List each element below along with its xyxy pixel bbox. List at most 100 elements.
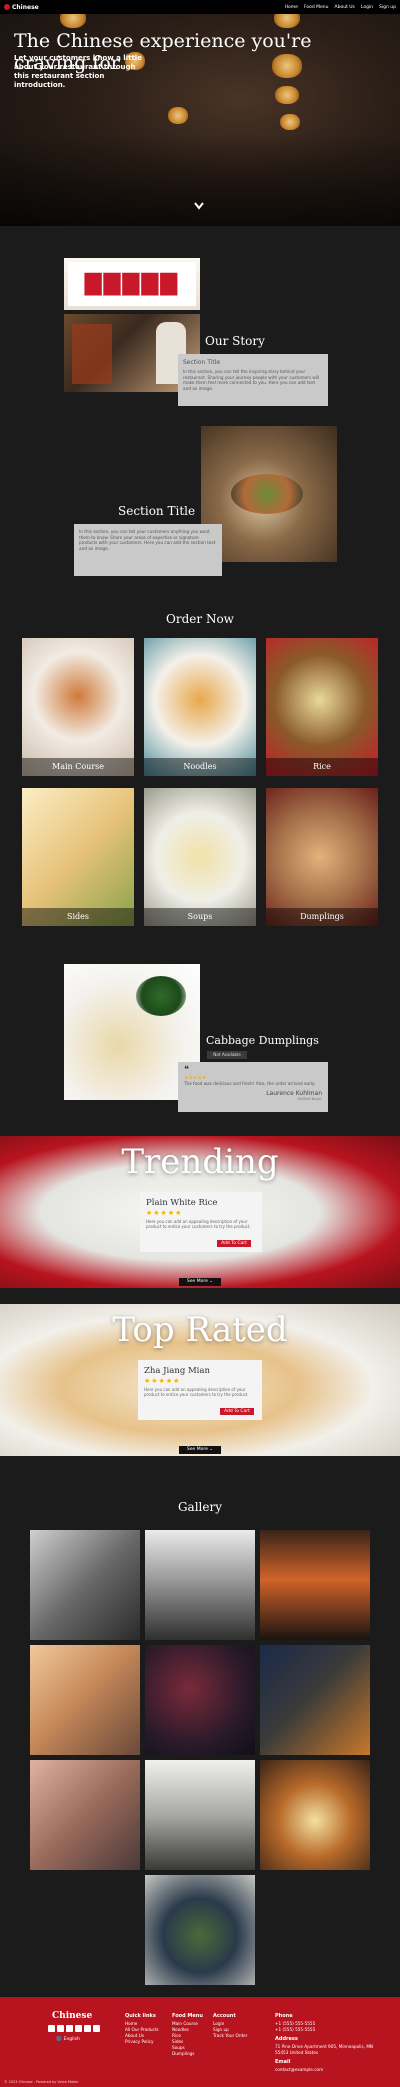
order-card-label: Soups [144, 908, 256, 926]
nav-link-food-menu[interactable]: Food Menu [304, 5, 329, 10]
footer-phone[interactable]: +1 (555) 555-5555 [275, 2027, 375, 2033]
globe-icon: 🌐 [56, 2037, 62, 2042]
lantern-image [275, 86, 299, 104]
story-sign-image: ▇▇▇▇▇ [64, 258, 200, 310]
gallery-image[interactable] [145, 1760, 255, 1870]
gallery-image[interactable] [145, 1875, 255, 1985]
nav-link-home[interactable]: Home [285, 5, 298, 10]
brand-name: Chinese [12, 3, 39, 11]
footer-email[interactable]: contact@example.com [275, 2067, 375, 2073]
featured-name: Cabbage Dumplings [206, 1034, 319, 1047]
gallery-image[interactable] [30, 1530, 140, 1640]
language-selector[interactable]: 🌐 English [56, 2037, 80, 2042]
hero-section: The Chinese experience you're craving fo… [0, 14, 400, 226]
order-card-noodles[interactable]: Noodles [144, 638, 256, 776]
trending-add-to-cart-button[interactable]: Add To Cart [217, 1240, 251, 1247]
top-rated-stars: ★★★★★ [144, 1377, 181, 1385]
instagram-icon[interactable] [57, 2025, 64, 2032]
social-icons [48, 2025, 100, 2032]
order-card-label: Rice [266, 758, 378, 776]
gallery-image[interactable] [30, 1760, 140, 1870]
order-card-label: Sides [22, 908, 134, 926]
footer-address: 71 Pine Drive Apartment 905, Minneapolis… [275, 2044, 374, 2055]
footer-address-title: Address [275, 2036, 298, 2042]
order-card-soups[interactable]: Soups [144, 788, 256, 926]
featured-badge: Not Available [207, 1051, 247, 1059]
chevron-down-icon: ⌄ [209, 1279, 214, 1284]
see-more-label: See More [186, 1447, 208, 1452]
order-card-sides[interactable]: Sides [22, 788, 134, 926]
facebook-icon[interactable] [48, 2025, 55, 2032]
chevron-down-icon[interactable] [193, 202, 205, 214]
gallery-image[interactable] [260, 1760, 370, 1870]
twitter-icon[interactable] [66, 2025, 73, 2032]
top-rated-add-to-cart-button[interactable]: Add To Cart [220, 1408, 254, 1415]
footer-link[interactable]: Track Your Order [213, 2033, 247, 2039]
brand-logo-icon [4, 4, 10, 10]
nav-link-login[interactable]: Login [361, 5, 373, 10]
footer-account: Account Login Sign up Track Your Order [213, 2013, 247, 2039]
chevron-down-icon: ⌄ [209, 1447, 214, 1452]
order-card-dumplings[interactable]: Dumplings [266, 788, 378, 926]
linkedin-icon[interactable] [84, 2025, 91, 2032]
top-rated-section: Top Rated Zha Jiang Mian ★★★★★ Here you … [0, 1304, 400, 1456]
nav-link-about-us[interactable]: About Us [335, 5, 355, 10]
lantern-image [60, 14, 86, 28]
gallery-image[interactable] [145, 1645, 255, 1755]
nav-links: Home Food Menu About Us Login Sign up [285, 5, 396, 10]
gallery-image[interactable] [260, 1530, 370, 1640]
order-now-title: Order Now [166, 612, 234, 626]
trending-heading: Trending [121, 1142, 279, 1182]
footer-link[interactable]: Dumplings [172, 2051, 203, 2057]
pinterest-icon[interactable] [93, 2025, 100, 2032]
gallery-image[interactable] [145, 1530, 255, 1640]
language-label: English [63, 2037, 80, 2042]
footer: Chinese 🌐 English Quick links Home All O… [0, 1997, 400, 2087]
footer-quick-links: Quick links Home All Our Products About … [125, 2013, 159, 2045]
footer-brand[interactable]: Chinese [52, 2011, 92, 2021]
top-rated-item-name: Zha Jiang Mian [144, 1366, 210, 1376]
trending-stars: ★★★★★ [146, 1209, 183, 1217]
order-card-main-course[interactable]: Main Course [22, 638, 134, 776]
footer-quick-links-title: Quick links [125, 2013, 156, 2019]
trending-section: Trending Plain White Rice ★★★★★ Here you… [0, 1136, 400, 1288]
footer-contact: Phone +1 (555) 555-5555 +1 (555) 555-555… [275, 2013, 375, 2073]
footer-food-menu-title: Food Menu [172, 2013, 203, 2019]
lantern-image [168, 107, 188, 124]
review-text: The food was delicious and fresh! Also, … [184, 1081, 316, 1086]
gallery-image[interactable] [30, 1645, 140, 1755]
top-rated-heading: Top Rated [112, 1310, 288, 1350]
lantern-image [280, 114, 300, 130]
hero-subtitle: Let your customers know a little about y… [14, 54, 142, 89]
gallery-title: Gallery [177, 1500, 223, 1514]
footer-account-title: Account [213, 2013, 236, 2019]
order-card-label: Main Course [22, 758, 134, 776]
footer-copyright: © 2023 Chinese - Powered by Voice Maker [4, 2080, 79, 2084]
nav-link-sign-up[interactable]: Sign up [379, 5, 396, 10]
top-rated-description: Here you can add an appealing descriptio… [144, 1387, 249, 1397]
youtube-icon[interactable] [75, 2025, 82, 2032]
footer-food-menu: Food Menu Main Course Noodles Rice Sides… [172, 2013, 203, 2057]
trending-see-more-button[interactable]: See More ⌄ [179, 1278, 221, 1286]
reviewer-name: Laurence Kuhlman [266, 1090, 322, 1097]
brand[interactable]: Chinese [4, 4, 39, 11]
story-box-body: In this section, you can tell the inspir… [183, 369, 320, 391]
see-more-label: See More [186, 1279, 208, 1284]
story-title: Our Story [205, 334, 265, 348]
section2-text-box: In this section, you can tell your custo… [74, 524, 222, 576]
footer-link[interactable]: Privacy Policy [125, 2039, 159, 2045]
reviewer-sub: Verified Buyer [297, 1097, 322, 1101]
gallery-image[interactable] [260, 1645, 370, 1755]
lantern-image [274, 14, 300, 28]
footer-email-title: Email [275, 2059, 291, 2065]
order-card-label: Dumplings [266, 908, 378, 926]
trending-description: Here you can add an appealing descriptio… [146, 1219, 251, 1229]
top-nav: Chinese Home Food Menu About Us Login Si… [0, 0, 400, 14]
story-text-box: Section Title In this section, you can t… [178, 354, 328, 406]
quote-icon: ❝ [184, 1065, 189, 1075]
trending-item-name: Plain White Rice [146, 1198, 218, 1208]
story-box-title: Section Title [183, 359, 221, 366]
top-rated-see-more-button[interactable]: See More ⌄ [179, 1446, 221, 1454]
review-box: ❝ ★★★★★ The food was delicious and fresh… [178, 1062, 328, 1112]
order-card-rice[interactable]: Rice [266, 638, 378, 776]
